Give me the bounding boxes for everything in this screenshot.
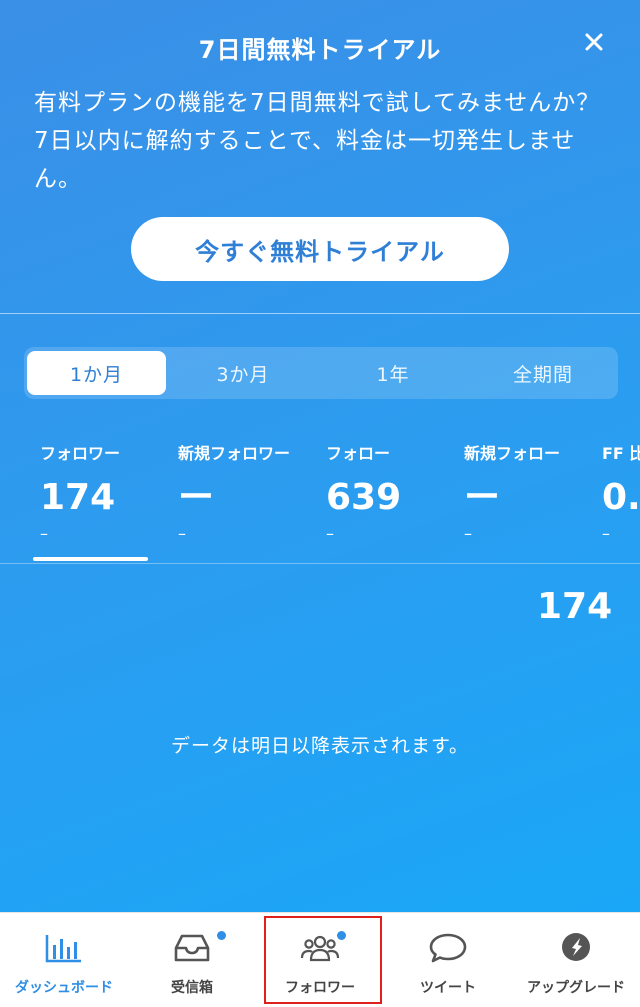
close-icon[interactable] bbox=[578, 26, 610, 58]
period-selector: 1か月 3か月 1年 全期間 bbox=[24, 347, 618, 399]
stat-value: 639 bbox=[326, 477, 402, 518]
stat-change: – bbox=[178, 524, 186, 543]
stat-value: ー bbox=[178, 477, 215, 518]
bottom-tab-bar: ダッシュボード 受信箱 フォロワー ツイート アップグレード bbox=[0, 912, 640, 1007]
banner-text: 有料プランの機能を7日間無料で試してみませんか？7日以内に解約することで、料金は… bbox=[34, 90, 601, 192]
period-tab-1-month[interactable]: 1か月 bbox=[27, 351, 166, 395]
stat-followers[interactable]: フォロワー 174 – bbox=[40, 440, 120, 544]
stat-label: FF 比 bbox=[602, 444, 640, 463]
rocket-icon bbox=[557, 931, 595, 965]
period-tab-all-time[interactable]: 全期間 bbox=[468, 347, 618, 399]
start-trial-button[interactable]: 今すぐ無料トライアル bbox=[131, 217, 509, 281]
bar-chart-icon bbox=[45, 931, 83, 965]
tab-label: ダッシュボード bbox=[15, 980, 113, 996]
stat-value: 0.2 bbox=[602, 477, 640, 518]
speech-bubble-icon bbox=[428, 931, 468, 965]
tab-label: フォロワー bbox=[285, 980, 355, 996]
divider bbox=[0, 313, 640, 314]
tab-label: アップグレード bbox=[527, 980, 625, 996]
selected-stat-indicator bbox=[33, 557, 148, 561]
period-tab-1-year[interactable]: 1年 bbox=[318, 347, 468, 399]
stat-change: – bbox=[326, 524, 334, 543]
stat-following[interactable]: フォロー 639 – bbox=[326, 440, 401, 544]
stat-new-following[interactable]: 新規フォロー ー – bbox=[464, 440, 560, 544]
tab-label: 受信箱 bbox=[171, 980, 213, 996]
stat-ff-ratio[interactable]: FF 比 0.2 – bbox=[602, 440, 640, 544]
empty-chart-message: データは明日以降表示されます。 bbox=[170, 735, 470, 757]
trial-banner: 7日間無料トライアル 有料プランの機能を7日間無料で試してみませんか？7日以内に… bbox=[0, 0, 640, 314]
stats-row: フォロワー 174 – 新規フォロワー ー – フォロー 639 – 新規フォロ… bbox=[0, 440, 640, 566]
stat-label: フォロワー bbox=[40, 444, 121, 463]
tab-tweets[interactable]: ツイート bbox=[384, 913, 512, 1007]
stat-new-followers[interactable]: 新規フォロワー ー – bbox=[178, 440, 290, 544]
people-icon bbox=[300, 931, 340, 965]
inbox-icon bbox=[173, 931, 211, 965]
stat-value: 174 bbox=[40, 477, 116, 518]
tab-dashboard[interactable]: ダッシュボード bbox=[0, 913, 128, 1007]
tab-label: ツイート bbox=[420, 980, 476, 996]
stat-label: 新規フォロワー bbox=[178, 444, 291, 463]
notification-badge bbox=[217, 931, 226, 940]
tab-upgrade[interactable]: アップグレード bbox=[512, 913, 640, 1007]
notification-badge bbox=[337, 931, 346, 940]
tab-inbox[interactable]: 受信箱 bbox=[128, 913, 256, 1007]
stat-change: – bbox=[602, 524, 610, 543]
tab-followers[interactable]: フォロワー bbox=[256, 913, 384, 1007]
stat-label: 新規フォロー bbox=[464, 444, 561, 463]
period-tab-3-months[interactable]: 3か月 bbox=[168, 347, 318, 399]
chart-current-value: 174 bbox=[537, 586, 613, 627]
stat-change: – bbox=[464, 524, 472, 543]
stat-label: フォロー bbox=[326, 444, 391, 463]
divider bbox=[0, 563, 640, 564]
main-content: 7日間無料トライアル 有料プランの機能を7日間無料で試してみませんか？7日以内に… bbox=[0, 0, 640, 912]
banner-title: 7日間無料トライアル bbox=[198, 36, 442, 64]
stat-value: ー bbox=[464, 477, 501, 518]
stat-change: – bbox=[40, 524, 48, 543]
